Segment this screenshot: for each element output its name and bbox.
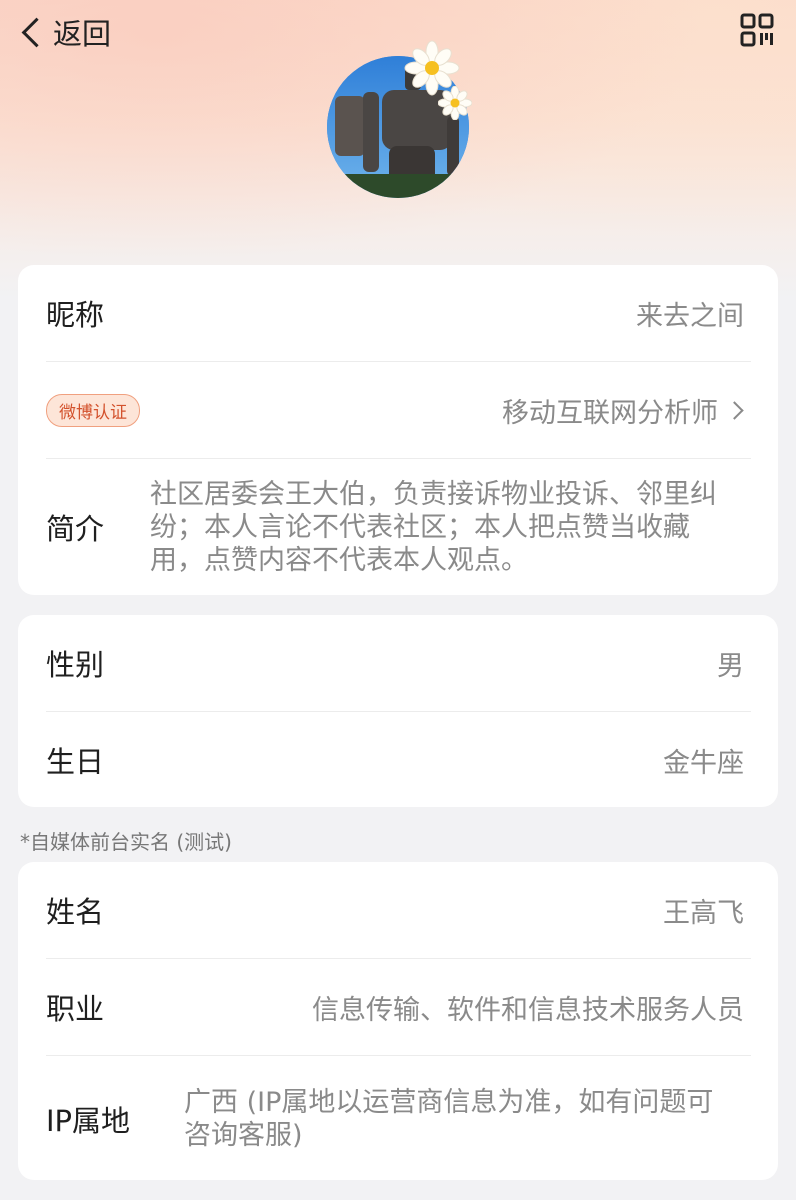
back-button[interactable]: 返回 xyxy=(18,10,111,54)
ip-location-label: IP属地 xyxy=(46,1104,131,1138)
nickname-label: 昵称 xyxy=(46,298,105,332)
verification-value: 移动互联网分析师 xyxy=(502,397,718,429)
chevron-left-icon xyxy=(21,17,52,47)
bio-row[interactable]: 简介 社区居委会王大伯，负责接诉物业投诉、邻里纠纷；本人言论不代表社区；本人把点… xyxy=(46,458,751,595)
name-label: 姓名 xyxy=(46,895,105,929)
birthday-value: 金牛座 xyxy=(663,747,744,779)
small-flower-decoration-icon xyxy=(438,86,472,120)
qr-code-icon[interactable] xyxy=(740,13,774,47)
name-row[interactable]: 姓名 王高飞 xyxy=(46,862,751,958)
basic-info-card: 性别 男 生日 金牛座 xyxy=(18,615,778,807)
profile-card: 昵称 来去之间 微博认证 移动互联网分析师 简介 社区居委会王大伯，负责接诉物业… xyxy=(18,265,778,595)
gender-row[interactable]: 性别 男 xyxy=(46,615,751,711)
birthday-row[interactable]: 生日 金牛座 xyxy=(46,711,751,808)
nickname-row[interactable]: 昵称 来去之间 xyxy=(46,265,751,361)
bio-label: 简介 xyxy=(46,512,105,546)
bio-value: 社区居委会王大伯，负责接诉物业投诉、邻里纠纷；本人言论不代表社区；本人把点赞当收… xyxy=(150,478,717,576)
occupation-label: 职业 xyxy=(46,992,105,1026)
nav-bar: 返回 xyxy=(0,0,796,64)
verification-row[interactable]: 微博认证 移动互联网分析师 xyxy=(46,361,751,458)
chevron-right-icon xyxy=(725,400,744,420)
gender-label: 性别 xyxy=(46,648,105,682)
occupation-row[interactable]: 职业 信息传输、软件和信息技术服务人员 xyxy=(46,958,751,1055)
birthday-label: 生日 xyxy=(46,745,105,779)
realname-section-note: *自媒体前台实名 (测试) xyxy=(20,830,232,854)
ip-location-value: 广西 (IP属地以运营商信息为准，如有问题可咨询客服) xyxy=(184,1087,714,1151)
realname-card: 姓名 王高飞 职业 信息传输、软件和信息技术服务人员 IP属地 广西 (IP属地… xyxy=(18,862,778,1180)
verification-badge: 微博认证 xyxy=(46,393,140,427)
gender-value: 男 xyxy=(717,650,744,682)
ip-location-row[interactable]: IP属地 广西 (IP属地以运营商信息为准，如有问题可咨询客服) xyxy=(46,1055,751,1182)
name-value: 王高飞 xyxy=(663,897,744,929)
occupation-value: 信息传输、软件和信息技术服务人员 xyxy=(312,994,744,1026)
back-label: 返回 xyxy=(53,17,112,51)
nickname-value: 来去之间 xyxy=(636,300,744,332)
